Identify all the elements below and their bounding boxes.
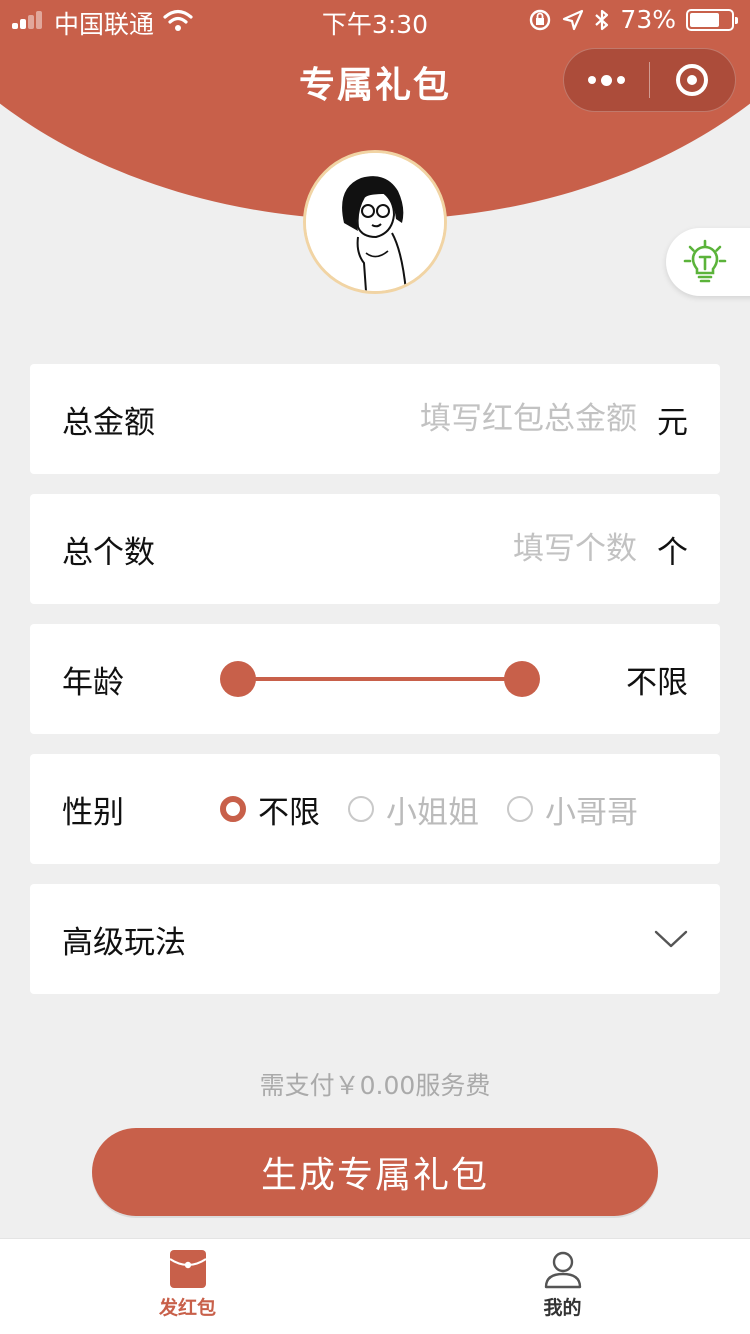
gender-option-male[interactable]: 小哥哥 bbox=[507, 787, 638, 832]
tab-mine[interactable]: 我的 bbox=[375, 1239, 750, 1334]
advanced-options-row[interactable]: 高级玩法 bbox=[30, 884, 720, 994]
battery-fill bbox=[690, 12, 720, 27]
close-button[interactable] bbox=[650, 48, 735, 112]
amount-input[interactable] bbox=[212, 401, 657, 437]
age-row: 年龄 不限 bbox=[30, 624, 720, 734]
tab-bar: 发红包 我的 bbox=[0, 1238, 750, 1334]
avatar-illustration bbox=[306, 153, 444, 291]
age-min-handle[interactable] bbox=[220, 661, 256, 697]
tip-button[interactable] bbox=[666, 228, 750, 296]
amount-unit: 元 bbox=[657, 404, 688, 441]
red-envelope-icon bbox=[168, 1250, 207, 1288]
status-right: 73% bbox=[528, 5, 738, 34]
battery-percent: 73% bbox=[620, 5, 676, 34]
age-max-handle[interactable] bbox=[504, 661, 540, 697]
battery-icon bbox=[686, 8, 738, 31]
user-icon bbox=[544, 1251, 581, 1289]
age-range-slider[interactable] bbox=[220, 659, 540, 699]
close-target-icon bbox=[676, 64, 709, 96]
gender-label: 性别 bbox=[62, 794, 124, 831]
age-slider-track bbox=[238, 677, 522, 681]
service-fee-text: 需支付￥0.00服务费 bbox=[259, 1071, 491, 1100]
advanced-label: 高级玩法 bbox=[62, 924, 186, 961]
amount-row: 总金额 元 bbox=[30, 364, 720, 474]
mini-program-capsule bbox=[563, 48, 736, 112]
page: 中国联通 下午3:30 73% 专属礼包 总金额 填写红包总金额 元 总个数 填… bbox=[0, 0, 750, 1334]
count-label: 总个数 bbox=[62, 534, 155, 571]
gender-radio-group: 不限 小姐姐 小哥哥 bbox=[220, 787, 638, 832]
radio-unchecked-icon bbox=[348, 796, 374, 822]
avatar bbox=[303, 150, 447, 294]
count-unit: 个 bbox=[657, 534, 688, 571]
age-value: 不限 bbox=[626, 664, 688, 701]
amount-label: 总金额 bbox=[62, 404, 155, 441]
count-input[interactable] bbox=[212, 531, 657, 567]
gender-row: 性别 不限 小姐姐 小哥哥 bbox=[30, 754, 720, 864]
bluetooth-icon bbox=[595, 9, 609, 30]
radio-checked-icon bbox=[220, 796, 246, 822]
more-button[interactable] bbox=[564, 48, 649, 112]
gender-option-female[interactable]: 小姐姐 bbox=[348, 787, 479, 832]
age-label: 年龄 bbox=[62, 664, 124, 701]
count-row: 总个数 个 bbox=[30, 494, 720, 604]
radio-unchecked-icon bbox=[507, 796, 533, 822]
gender-option-any[interactable]: 不限 bbox=[220, 787, 320, 832]
location-arrow-icon bbox=[563, 9, 584, 30]
lightbulb-icon bbox=[683, 239, 727, 283]
chevron-down-icon bbox=[654, 930, 688, 948]
status-bar: 中国联通 下午3:30 73% bbox=[0, 0, 750, 40]
generate-gift-button[interactable]: 生成专属礼包 bbox=[92, 1128, 658, 1216]
rotation-lock-icon bbox=[530, 9, 551, 30]
tab-send-red-envelope[interactable]: 发红包 bbox=[0, 1239, 375, 1334]
